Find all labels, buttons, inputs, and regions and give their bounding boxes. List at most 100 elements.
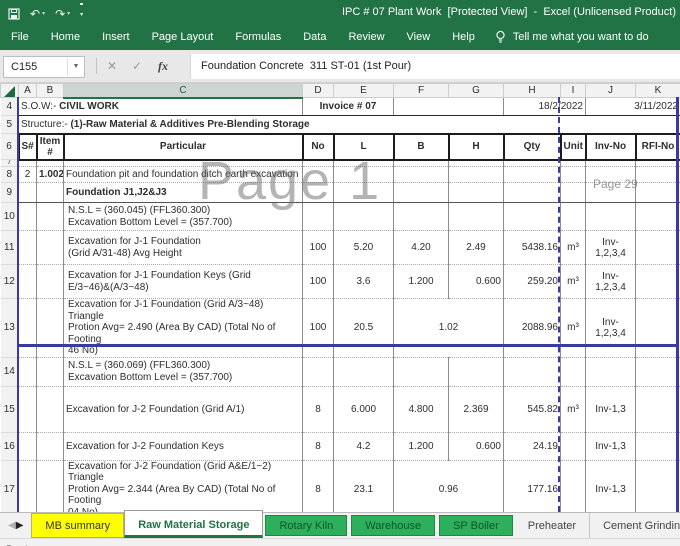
column-header[interactable]: J xyxy=(585,83,636,98)
column-header[interactable]: F xyxy=(393,83,449,98)
cell[interactable] xyxy=(18,182,37,203)
cell-unit[interactable]: m³ xyxy=(560,230,586,265)
cell-l[interactable]: 3.6 xyxy=(333,264,394,299)
page-break-solid-horizontal[interactable] xyxy=(17,344,679,347)
column-header[interactable]: K xyxy=(635,83,680,98)
save-icon[interactable] xyxy=(8,7,20,20)
cell[interactable] xyxy=(635,432,680,461)
cell[interactable] xyxy=(503,357,561,387)
cell[interactable] xyxy=(36,357,64,387)
cell-particular[interactable]: Excavation for J-1 Foundation (Grid A/3~… xyxy=(63,298,303,358)
cell-particular[interactable]: Excavation for J-2 Foundation (Grid A&E/… xyxy=(63,460,303,512)
cell-header[interactable]: RFI-No xyxy=(634,132,680,161)
cell-no[interactable]: 100 xyxy=(302,264,334,299)
cell[interactable] xyxy=(585,357,636,387)
cell[interactable] xyxy=(560,166,586,183)
cell-l[interactable]: 20.5 xyxy=(333,298,394,358)
cell-header[interactable]: Unit xyxy=(559,132,587,161)
cell[interactable] xyxy=(18,264,37,299)
row-number[interactable]: 12 xyxy=(0,264,19,299)
cell-inv[interactable]: Inv-1,3 xyxy=(585,432,636,461)
sheet-tab-raw-material-storage[interactable]: Raw Material Storage xyxy=(124,510,264,538)
cell-date-from[interactable]: 18/2/2022 xyxy=(503,97,586,116)
sheet-tab-mb-summary[interactable]: MB summary xyxy=(31,513,125,538)
cell[interactable] xyxy=(448,166,504,183)
page-break-solid-right[interactable] xyxy=(676,97,679,512)
cell-particular[interactable]: Excavation for J-1 Foundation Keys (Grid… xyxy=(63,264,303,299)
cell-header[interactable]: B xyxy=(392,132,450,161)
row-number[interactable]: 8 xyxy=(0,166,19,183)
tab-page-layout[interactable]: Page Layout xyxy=(141,24,225,50)
cell[interactable] xyxy=(36,264,64,299)
cell-header[interactable]: Inv-No xyxy=(584,132,637,161)
cell-particular[interactable]: Excavation for J-1 Foundation (Grid A/31-… xyxy=(63,230,303,265)
cell-particular[interactable]: Excavation for J-2 Foundation Keys xyxy=(63,432,303,461)
cell[interactable] xyxy=(448,202,504,231)
cell-bh-merged[interactable]: 1.02 xyxy=(393,298,504,358)
cell-sow[interactable]: S.O.W:- CIVIL WORK xyxy=(18,97,303,116)
row-number[interactable]: 7 xyxy=(0,159,19,167)
cell[interactable] xyxy=(503,166,561,183)
cell-bh-merged[interactable]: 0.96 xyxy=(393,460,504,512)
tab-file[interactable]: File xyxy=(0,24,40,50)
cell[interactable] xyxy=(18,460,37,512)
cell-no[interactable]: 8 xyxy=(302,460,334,512)
row-number[interactable]: 15 xyxy=(0,386,19,433)
cell[interactable] xyxy=(448,357,504,387)
sheet-nav-right-icon[interactable]: ▶ xyxy=(16,520,24,531)
cell[interactable] xyxy=(635,159,680,167)
insert-function-icon[interactable]: fx xyxy=(152,56,174,76)
cell[interactable] xyxy=(393,166,449,183)
sheet-tab-rotary-kiln[interactable]: Rotary Kiln xyxy=(265,515,348,536)
cell-h[interactable]: 0.600 xyxy=(448,264,504,299)
cell[interactable] xyxy=(503,159,561,167)
tab-review[interactable]: Review xyxy=(337,24,395,50)
row-number[interactable]: 17 xyxy=(0,460,19,512)
cell-no[interactable]: 100 xyxy=(302,230,334,265)
cell[interactable] xyxy=(36,159,64,167)
cell[interactable] xyxy=(36,432,64,461)
cell-qty[interactable]: 24.19 xyxy=(503,432,561,461)
cell-l[interactable]: 5.20 xyxy=(333,230,394,265)
cell[interactable] xyxy=(393,202,449,231)
cell[interactable] xyxy=(18,386,37,433)
sheet-tab-sp-boiler[interactable]: SP Boiler xyxy=(439,515,513,536)
cell[interactable] xyxy=(36,230,64,265)
cell[interactable] xyxy=(560,182,586,203)
column-header[interactable]: B xyxy=(36,83,64,98)
cell[interactable] xyxy=(635,202,680,231)
column-header[interactable]: G xyxy=(448,83,504,98)
formula-input[interactable]: Foundation Concrete 311 ST-01 (1st Pour) xyxy=(190,54,680,79)
column-header[interactable]: D xyxy=(302,83,334,98)
enter-icon[interactable]: ✓ xyxy=(126,56,148,76)
cell[interactable] xyxy=(503,202,561,231)
cell-level-note[interactable]: N.S.L = (360.069) (FFL360.300) Excavation… xyxy=(63,357,303,387)
column-header[interactable]: A xyxy=(18,83,37,98)
cell[interactable] xyxy=(448,182,504,203)
cell[interactable] xyxy=(302,357,334,387)
cell-item[interactable]: 1.002 xyxy=(36,166,64,183)
cell[interactable] xyxy=(333,357,394,387)
cell-inv[interactable]: Inv-1,2,3,4 xyxy=(585,298,636,358)
cell[interactable] xyxy=(18,202,37,231)
cell[interactable] xyxy=(393,182,449,203)
cell-no[interactable]: 8 xyxy=(302,386,334,433)
cell[interactable] xyxy=(635,182,680,203)
cell[interactable] xyxy=(635,166,680,183)
column-header[interactable]: I xyxy=(560,83,586,98)
cell[interactable] xyxy=(635,460,680,512)
cell-qty[interactable]: 2088.96 xyxy=(503,298,561,358)
cell[interactable] xyxy=(36,386,64,433)
chevron-down-icon[interactable]: ▼ xyxy=(67,58,84,76)
cell-inv[interactable]: Inv-1,3 xyxy=(585,386,636,433)
cell-serial[interactable]: 2 xyxy=(18,166,37,183)
cell[interactable] xyxy=(36,298,64,358)
cell[interactable] xyxy=(18,432,37,461)
cell[interactable] xyxy=(635,298,680,358)
sheet-tab-cement-grinding[interactable]: Cement Grinding xyxy=(590,513,680,538)
sheet-nav-left-icon[interactable]: ◀ xyxy=(8,520,16,531)
cell[interactable] xyxy=(503,182,561,203)
cell-invoice[interactable]: Invoice # 07 xyxy=(302,97,394,116)
cell[interactable] xyxy=(635,264,680,299)
undo-button[interactable]: ↶ ▾ xyxy=(30,5,45,23)
